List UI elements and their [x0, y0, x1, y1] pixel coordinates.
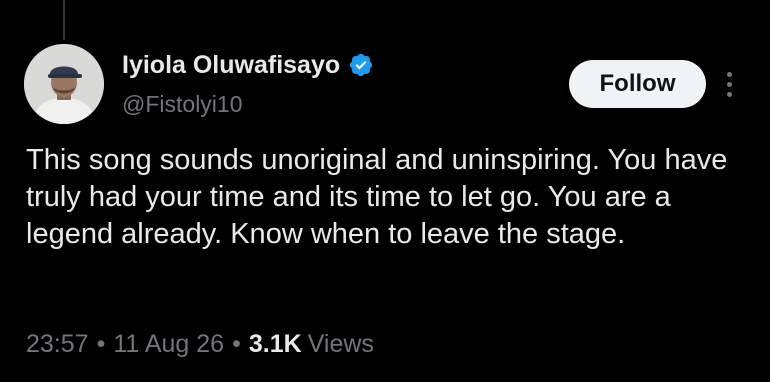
avatar[interactable]	[24, 44, 104, 124]
more-dot	[726, 81, 732, 87]
views-count[interactable]: 3.1K	[249, 330, 302, 359]
follow-button[interactable]: Follow	[569, 60, 706, 108]
tweet-time[interactable]: 23:57	[26, 330, 89, 359]
more-dot	[726, 91, 732, 97]
author-handle[interactable]: @Fistolyi10	[122, 91, 243, 118]
tweet-date[interactable]: 11 Aug 26	[113, 330, 224, 359]
author-display-name[interactable]: Iyiola Oluwafisayo	[122, 51, 340, 80]
verified-badge-icon[interactable]	[348, 52, 374, 78]
more-vertical-icon[interactable]	[718, 66, 740, 102]
tweet-meta: 23:57 • 11 Aug 26 • 3.1K Views	[26, 330, 374, 359]
tweet-text: This song sounds unoriginal and uninspir…	[26, 144, 728, 250]
avatar-photo	[24, 44, 104, 124]
more-dot	[726, 71, 732, 77]
author-name-row: Iyiola Oluwafisayo	[122, 48, 374, 82]
views-label[interactable]: Views	[308, 330, 374, 359]
meta-separator: •	[96, 330, 106, 358]
meta-separator: •	[232, 330, 241, 358]
thread-connector-line	[63, 0, 65, 40]
